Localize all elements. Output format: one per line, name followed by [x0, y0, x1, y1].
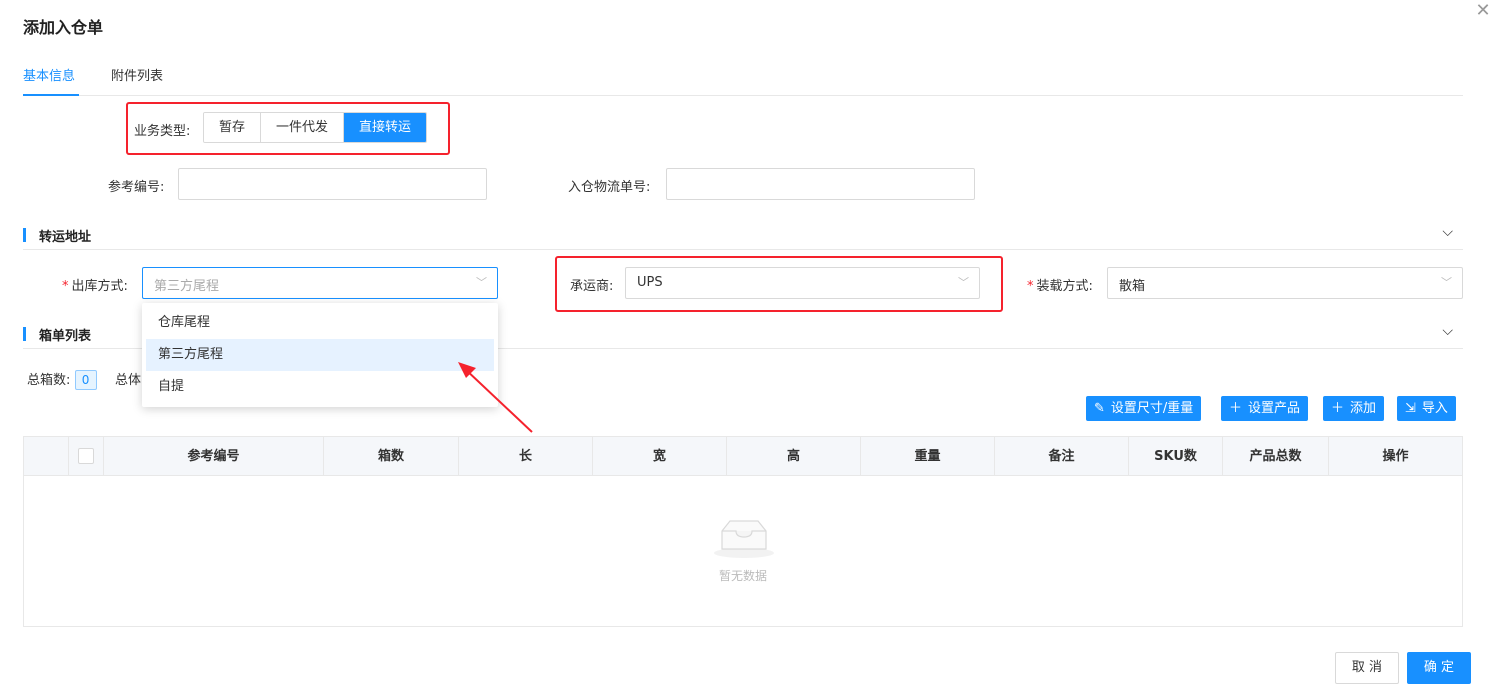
set-product-button[interactable]: ＋设置产品 — [1221, 396, 1309, 421]
tab-basic-info[interactable]: 基本信息 — [23, 65, 75, 84]
empty-text: 暂无数据 — [718, 569, 767, 583]
box-table: 参考编号 箱数 长 宽 高 重量 备注 SKU数 产品总数 操作 暂无数据 — [23, 436, 1463, 627]
tab-active-indicator — [23, 94, 79, 96]
total-boxes-value: 0 — [74, 370, 97, 390]
tab-bar: 基本信息 附件列表 — [23, 60, 1463, 96]
col-actions: 操作 — [1328, 437, 1462, 476]
annotation-arrow-icon — [458, 362, 533, 433]
tab-attachments[interactable]: 附件列表 — [111, 65, 163, 84]
carrier-select[interactable]: UPS ﹀ — [625, 267, 980, 299]
chevron-down-icon: ﹀ — [1441, 276, 1452, 289]
col-length: 长 — [458, 437, 592, 476]
total-boxes-label: 总箱数: — [27, 373, 71, 388]
select-all-checkbox[interactable] — [78, 448, 94, 464]
col-box-count: 箱数 — [323, 437, 458, 476]
loading-method-label: * 装载方式: — [1027, 279, 1093, 294]
set-size-weight-button[interactable]: ✎ 设置尺寸/重量 — [1086, 396, 1202, 421]
col-reference-no: 参考编号 — [103, 437, 323, 476]
chevron-down-icon: ﹀ — [958, 276, 969, 289]
transfer-address-section: 转运地址 ⌵ — [23, 222, 1463, 250]
empty-box-icon — [714, 520, 774, 558]
business-type-dropship[interactable]: 一件代发 — [261, 113, 345, 142]
total-volume-label: 总体 — [115, 373, 142, 388]
chevron-down-icon[interactable]: ⌵ — [1442, 224, 1453, 240]
ref-no-input[interactable] — [178, 168, 487, 200]
logistics-no-input[interactable] — [666, 168, 975, 200]
business-type-direct-transfer[interactable]: 直接转运 — [344, 113, 427, 142]
plus-icon: ＋ — [1229, 401, 1243, 416]
col-height: 高 — [726, 437, 860, 476]
section-marker — [23, 327, 26, 341]
box-list-title: 箱单列表 — [39, 329, 92, 344]
total-boxes: 总箱数: 0 — [27, 369, 97, 390]
section-marker — [23, 228, 26, 242]
outbound-method-select[interactable]: 第三方尾程 ﹀ — [142, 267, 498, 299]
carrier-label: 承运商: — [570, 279, 614, 294]
business-type-selector: 暂存 一件代发 直接转运 — [203, 112, 428, 143]
business-type-temp-storage[interactable]: 暂存 — [204, 113, 262, 142]
carrier-value: UPS — [637, 275, 663, 290]
option-warehouse-last-mile[interactable]: 仓库尾程 — [146, 307, 494, 339]
loading-method-value: 散箱 — [1119, 279, 1146, 294]
loading-method-select[interactable]: 散箱 ﹀ — [1107, 267, 1463, 299]
import-icon: ⇲ — [1405, 401, 1416, 416]
outbound-method-placeholder: 第三方尾程 — [154, 279, 220, 294]
col-product-total: 产品总数 — [1222, 437, 1328, 476]
outbound-method-label: * 出库方式: — [62, 279, 128, 294]
dialog-title: 添加入仓单 — [23, 18, 104, 37]
logistics-no-label: 入仓物流单号: — [568, 180, 651, 195]
business-type-label: 业务类型: — [134, 124, 191, 139]
close-icon[interactable]: ✕ — [1474, 2, 1491, 20]
ref-no-label: 参考编号: — [108, 180, 165, 195]
col-remark: 备注 — [994, 437, 1128, 476]
col-sku-count: SKU数 — [1128, 437, 1222, 476]
table-header: 参考编号 箱数 长 宽 高 重量 备注 SKU数 产品总数 操作 — [24, 437, 1462, 476]
edit-icon: ✎ — [1094, 401, 1105, 416]
col-width: 宽 — [592, 437, 726, 476]
chevron-down-icon: ﹀ — [476, 276, 487, 289]
cancel-button[interactable]: 取 消 — [1335, 652, 1399, 684]
col-weight: 重量 — [860, 437, 994, 476]
import-button[interactable]: ⇲ 导入 — [1397, 396, 1456, 421]
add-button[interactable]: ＋添加 — [1323, 396, 1385, 421]
plus-icon: ＋ — [1331, 401, 1345, 416]
chevron-down-icon[interactable]: ⌵ — [1442, 323, 1453, 339]
confirm-button[interactable]: 确 定 — [1407, 652, 1471, 684]
transfer-address-title: 转运地址 — [39, 230, 92, 245]
